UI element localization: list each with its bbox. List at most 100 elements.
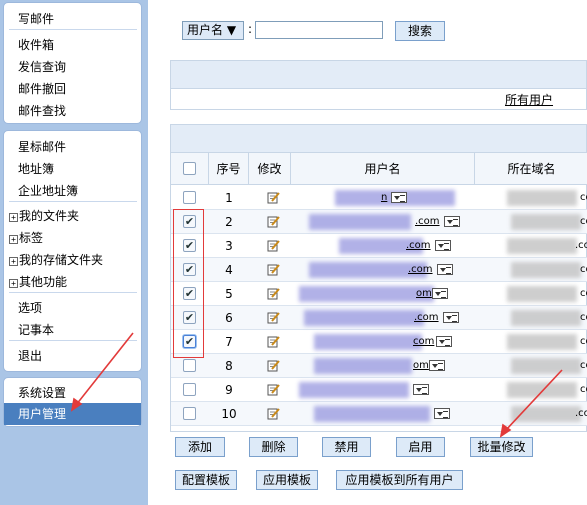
edit-icon[interactable] <box>267 311 280 324</box>
table-row[interactable]: ✔7comcom <box>171 330 587 354</box>
expand-icon[interactable]: + <box>9 213 18 222</box>
col-header-username[interactable]: 用户名 <box>291 153 475 185</box>
domain-text: com <box>580 288 587 299</box>
redacted-domain <box>511 406 581 422</box>
username-link[interactable]: .com <box>414 306 439 330</box>
sidebar-panel-mail: 写邮件 收件箱 发信查询 邮件撤回 邮件查找 <box>3 2 142 124</box>
sidebar-item-mail-search[interactable]: 邮件查找 <box>9 100 137 122</box>
sidebar-panel-admin: 系统设置 用户管理 <box>3 377 142 427</box>
table-row[interactable]: 10 .com <box>171 402 587 426</box>
domain-text: .com <box>575 240 587 251</box>
user-menu-icon[interactable] <box>437 264 453 275</box>
sidebar-item-notepad[interactable]: 记事本 <box>9 319 137 341</box>
table-row[interactable]: ✔5omcom <box>171 282 587 306</box>
username-link[interactable]: com <box>413 330 434 354</box>
domain-text: com <box>580 336 587 347</box>
user-menu-icon[interactable] <box>390 192 407 203</box>
row-number: 9 <box>225 383 233 397</box>
row-number: 3 <box>225 239 233 253</box>
sidebar-item-recall[interactable]: 邮件撤回 <box>9 78 137 100</box>
user-menu-icon[interactable] <box>432 288 448 299</box>
row-checkbox[interactable] <box>183 191 196 204</box>
expand-icon[interactable]: + <box>9 235 18 244</box>
row-checkbox[interactable] <box>183 407 196 420</box>
sidebar-item-storage-folders[interactable]: + 我的存储文件夹 <box>9 249 137 271</box>
sidebar-item-starred[interactable]: 星标邮件 <box>9 136 137 158</box>
table-row[interactable]: ✔3.com.com <box>171 234 587 258</box>
search-button[interactable]: 搜索 <box>395 21 445 41</box>
sidebar-item-inbox[interactable]: 收件箱 <box>9 34 137 56</box>
user-menu-icon[interactable] <box>435 336 452 347</box>
username-link[interactable]: n <box>381 186 387 210</box>
table-row[interactable]: ✔6.comcom <box>171 306 587 330</box>
sidebar-item-user-management[interactable]: 用户管理 <box>4 403 141 425</box>
redacted-domain <box>507 334 577 350</box>
redacted-username <box>304 310 424 326</box>
sidebar-item-label: 其他功能 <box>19 275 68 289</box>
row-checkbox[interactable] <box>183 383 196 396</box>
search-input[interactable] <box>255 21 383 39</box>
user-menu-icon[interactable] <box>444 216 460 227</box>
edit-icon[interactable] <box>267 215 280 228</box>
user-menu-icon[interactable] <box>429 360 445 371</box>
panel-header <box>171 61 586 89</box>
search-field-select[interactable]: 用户名 ▼ <box>182 21 244 40</box>
add-button[interactable]: 添加 <box>175 437 225 457</box>
expand-icon[interactable]: + <box>9 257 18 266</box>
redacted-domain <box>507 286 577 302</box>
config-template-button[interactable]: 配置模板 <box>175 470 237 490</box>
username-link[interactable]: .com <box>406 234 431 258</box>
sidebar-item-my-folders[interactable]: + 我的文件夹 <box>9 205 137 227</box>
table-row[interactable]: ✔2.comcom <box>171 210 587 234</box>
edit-icon[interactable] <box>267 383 280 396</box>
table-row[interactable]: 9 com <box>171 378 587 402</box>
sidebar-item-address-book[interactable]: 地址簿 <box>9 158 137 180</box>
edit-icon[interactable] <box>267 359 280 372</box>
edit-icon[interactable] <box>267 263 280 276</box>
user-menu-icon[interactable] <box>435 240 451 251</box>
sidebar-item-sent-query[interactable]: 发信查询 <box>9 56 137 78</box>
domain-text: .com <box>575 408 587 419</box>
sidebar-item-other-functions[interactable]: + 其他功能 <box>9 271 137 293</box>
username-link[interactable]: .com <box>408 258 433 282</box>
sidebar-item-compose[interactable]: 写邮件 <box>9 8 137 30</box>
user-menu-icon[interactable] <box>413 384 429 395</box>
row-checkbox[interactable] <box>183 359 196 372</box>
all-users-link[interactable]: 所有用户 <box>505 91 553 108</box>
domain-text: com <box>580 192 587 203</box>
user-menu-icon[interactable] <box>443 312 459 323</box>
table-header: 序号 修改 用户名 所在域名 <box>171 153 587 185</box>
table-row[interactable]: ✔4.comcom <box>171 258 587 282</box>
batch-edit-button[interactable]: 批量修改 <box>470 437 533 457</box>
domain-text: com <box>580 216 587 227</box>
edit-icon[interactable] <box>267 239 280 252</box>
sidebar-item-tags[interactable]: + 标签 <box>9 227 137 249</box>
table-row[interactable]: 8 om com <box>171 354 587 378</box>
edit-icon[interactable] <box>267 407 280 420</box>
disable-button[interactable]: 禁用 <box>322 437 371 457</box>
sidebar-item-company-address-book[interactable]: 企业地址簿 <box>9 180 137 202</box>
apply-template-button[interactable]: 应用模板 <box>256 470 318 490</box>
edit-icon[interactable] <box>267 191 280 204</box>
redacted-domain <box>511 358 581 374</box>
edit-icon[interactable] <box>267 335 280 348</box>
sidebar-item-options[interactable]: 选项 <box>9 297 137 319</box>
edit-icon[interactable] <box>267 287 280 300</box>
col-header-domain[interactable]: 所在域名 <box>475 153 587 185</box>
row-number: 6 <box>225 311 233 325</box>
table-row[interactable]: 1 n com <box>171 186 587 210</box>
col-header-edit: 修改 <box>249 153 291 185</box>
expand-icon[interactable]: + <box>9 279 18 288</box>
select-all-checkbox[interactable] <box>183 162 196 175</box>
sidebar-panel-tools: 星标邮件 地址簿 企业地址簿 + 我的文件夹 + 标签 + 我的存储文件夹 + 其他功能… <box>3 130 142 372</box>
username-link[interactable]: om <box>416 282 432 306</box>
enable-button[interactable]: 启用 <box>396 437 445 457</box>
sidebar-item-logout[interactable]: 退出 <box>9 345 137 367</box>
delete-button[interactable]: 删除 <box>249 437 298 457</box>
apply-template-all-button[interactable]: 应用模板到所有用户 <box>336 470 463 490</box>
redacted-username <box>314 334 422 350</box>
user-menu-icon[interactable] <box>434 408 450 419</box>
sidebar-item-system-settings[interactable]: 系统设置 <box>9 382 137 404</box>
username-link[interactable]: om <box>413 354 429 378</box>
username-link[interactable]: .com <box>415 210 440 234</box>
